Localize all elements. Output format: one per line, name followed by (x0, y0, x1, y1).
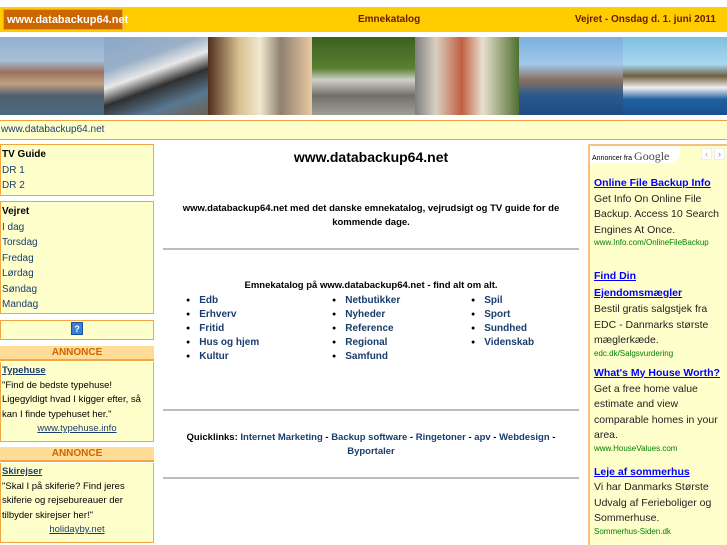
google-ad-url[interactable]: edc.dk/Salgsvurdering (594, 349, 723, 359)
category-link[interactable]: Kultur (199, 351, 228, 362)
help-box: ? (0, 320, 154, 340)
category-link[interactable]: Samfund (345, 351, 388, 362)
weather-link[interactable]: Lørdag (2, 266, 152, 282)
ad-title-link[interactable]: Skirejser (2, 466, 42, 477)
main-content: www.databackup64.net www.databackup64.ne… (163, 140, 579, 479)
quicklink[interactable]: Backup software (331, 432, 407, 443)
google-ad-title[interactable]: Online File Backup Info (594, 176, 723, 192)
town-street-photo (415, 37, 520, 115)
google-ad-text: Get Info On Online File Backup. Access 1… (594, 192, 719, 236)
category-link[interactable]: Erhverv (199, 309, 236, 320)
category-link[interactable]: Sundhed (484, 323, 527, 334)
sidebar-ad: Skirejser "Skal I på skiferie? Find jere… (0, 463, 154, 543)
google-ads-panel: Annoncer fra Google ‹ › Online File Back… (588, 144, 727, 545)
category-link[interactable]: Edb (199, 295, 218, 306)
help-icon[interactable]: ? (71, 322, 83, 335)
category-link[interactable]: Hus og hjem (199, 337, 259, 348)
page-title: www.databackup64.net (293, 149, 449, 165)
ad-url-link[interactable]: holidayby.net (2, 523, 152, 538)
harbor-photo (0, 37, 104, 115)
google-ad: What's My House Worth? Get a free home v… (590, 365, 727, 454)
category-link[interactable]: Sport (484, 309, 510, 320)
category-link[interactable]: Netbutikker (345, 295, 400, 306)
tv-link-dr2[interactable]: DR 2 (2, 178, 152, 194)
ad-header: ANNONCE (0, 447, 154, 462)
weir-photo (623, 37, 727, 115)
google-logo: Google (634, 149, 670, 163)
quicklinks-label: Quicklinks: (186, 432, 238, 443)
chevron-left-icon[interactable]: ‹ (701, 148, 712, 160)
weather-link[interactable]: Torsdag (2, 235, 152, 251)
photo-banner (0, 37, 727, 115)
google-ad-text: Vi har Danmarks Største Udvalg af Ferieb… (594, 481, 712, 524)
quicklink[interactable]: Ringetoner (416, 432, 466, 443)
ad-title-link[interactable]: Typehuse (2, 365, 46, 376)
divider (163, 409, 579, 411)
google-ad-url[interactable]: Sommerhus-Siden.dk (594, 527, 723, 537)
canal-photo (519, 37, 624, 115)
weather-link[interactable]: Mandag (2, 297, 152, 313)
tv-guide-box: TV Guide DR 1 DR 2 (0, 144, 154, 196)
catalog-link[interactable]: Emnekatalog (358, 14, 420, 25)
google-ad-title[interactable]: Find Din Ejendomsmægler (594, 268, 723, 302)
google-ad: Leje af sommerhus Vi har Danmarks Størst… (590, 465, 727, 537)
quicklink[interactable]: Webdesign (499, 432, 550, 443)
google-ad: Find Din Ejendomsmægler Bestil gratis sa… (590, 268, 727, 359)
tv-guide-title: TV Guide (2, 149, 46, 160)
category-link[interactable]: Nyheder (345, 309, 385, 320)
google-ad: Online File Backup Info Get Info On Onli… (590, 176, 727, 248)
intro-text: www.databackup64.net med det danske emne… (182, 203, 560, 228)
chevron-right-icon[interactable]: › (714, 148, 725, 160)
ferry-photo (103, 37, 208, 115)
breadcrumb[interactable]: www.databackup64.net (0, 120, 727, 140)
google-ad-title[interactable]: What's My House Worth? (594, 365, 723, 382)
google-ad-text: Get a free home value estimate and view … (594, 382, 718, 442)
category-link[interactable]: Regional (345, 337, 387, 348)
category-list: Edb Erhverv Fritid Hus og hjem Kultur Ne… (163, 294, 579, 364)
ads-label: Annoncer fra (592, 155, 633, 162)
weather-date-link[interactable]: Vejret - Onsdag d. 1. juni 2011 (575, 14, 716, 25)
divider (163, 248, 579, 250)
ad-header: ANNONCE (0, 346, 154, 361)
street-photo (207, 37, 312, 115)
weather-box: Vejret I dag Torsdag Fredag Lørdag Sønda… (0, 201, 154, 314)
quicklink[interactable]: Byportaler (347, 446, 395, 457)
google-ad-url[interactable]: www.Info.com/OnlineFileBackup (594, 238, 723, 248)
google-ad-title[interactable]: Leje af sommerhus (594, 465, 723, 481)
catalog-title: Emnekatalog på www.databackup64.net - fi… (244, 280, 498, 291)
trees-photo (311, 37, 416, 115)
category-link[interactable]: Videnskab (484, 337, 534, 348)
ad-nav: ‹ › (701, 148, 725, 160)
weather-link[interactable]: I dag (2, 220, 152, 236)
ad-text: "Find de bedste typehuse! Ligegyldigt hv… (2, 379, 141, 420)
category-link[interactable]: Spil (484, 295, 502, 306)
google-ad-text: Bestil gratis salgstjek fra EDC - Danmar… (594, 303, 709, 346)
ad-url-link[interactable]: www.typehuse.info (2, 422, 152, 437)
top-bar: www.databackup64.net Emnekatalog Vejret … (0, 7, 727, 32)
quicklink[interactable]: Internet Marketing (240, 432, 322, 443)
google-ads-header[interactable]: Annoncer fra Google (590, 146, 680, 163)
sidebar-ad: Typehuse "Find de bedste typehuse! Ligeg… (0, 362, 154, 442)
weather-title: Vejret (2, 206, 30, 217)
category-link[interactable]: Fritid (199, 323, 224, 334)
weather-link[interactable]: Søndag (2, 282, 152, 298)
category-link[interactable]: Reference (345, 323, 393, 334)
quicklink[interactable]: apv (474, 432, 490, 443)
google-ad-url[interactable]: www.HouseValues.com (594, 444, 723, 454)
tv-link-dr1[interactable]: DR 1 (2, 163, 152, 179)
site-logo-link[interactable]: www.databackup64.net (3, 9, 128, 30)
ad-text: "Skal I på skiferie? Find jeres skiferie… (2, 480, 125, 521)
divider (163, 477, 579, 479)
weather-link[interactable]: Fredag (2, 251, 152, 267)
quicklinks: Quicklinks: Internet Marketing - Backup … (186, 432, 556, 457)
